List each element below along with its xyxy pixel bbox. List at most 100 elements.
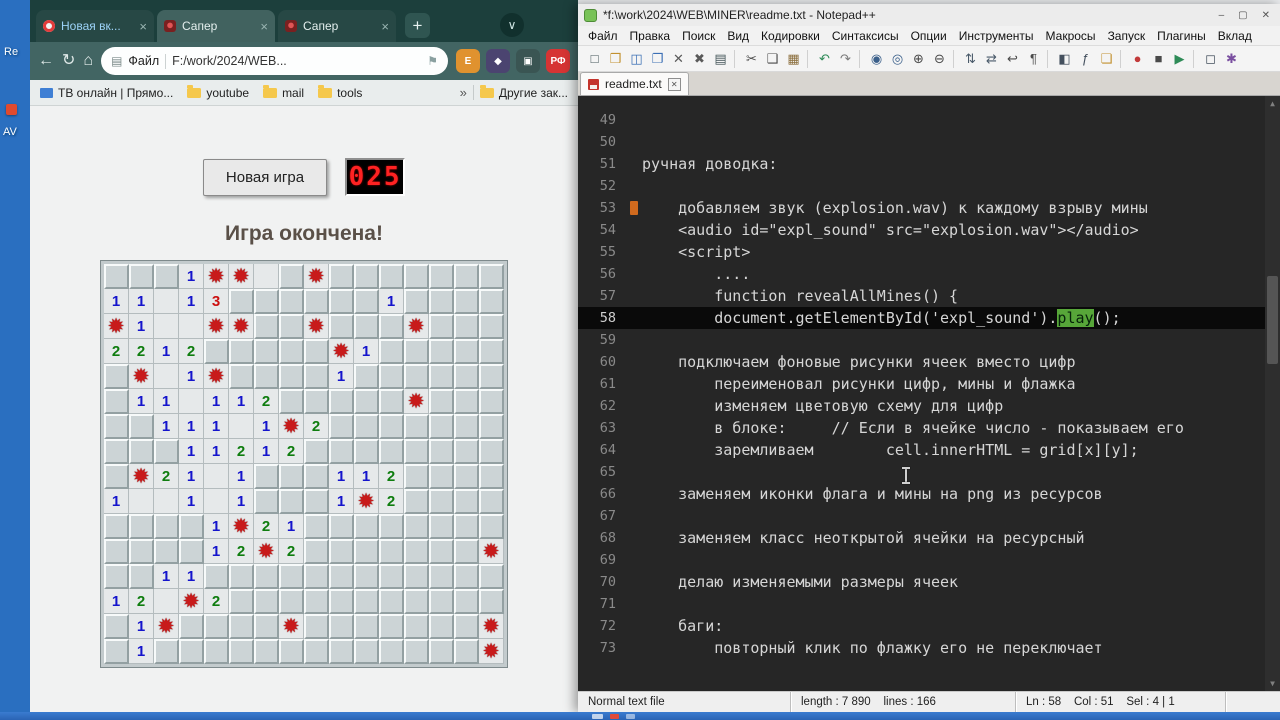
board-cell-unrevealed[interactable] bbox=[404, 639, 429, 664]
board-cell-unrevealed[interactable] bbox=[479, 564, 504, 589]
tab-close-icon[interactable]: ✕ bbox=[667, 77, 681, 91]
new-tab-button[interactable]: + bbox=[405, 13, 430, 38]
board-cell-unrevealed[interactable] bbox=[279, 564, 304, 589]
board-cell-unrevealed[interactable] bbox=[429, 439, 454, 464]
board-cell-unrevealed[interactable] bbox=[104, 439, 129, 464]
board-cell-unrevealed[interactable] bbox=[354, 414, 379, 439]
board-cell-unrevealed[interactable] bbox=[429, 589, 454, 614]
board-cell-unrevealed[interactable] bbox=[429, 539, 454, 564]
board-cell-unrevealed[interactable] bbox=[129, 414, 154, 439]
paste-icon[interactable]: ▦ bbox=[783, 49, 804, 69]
board-cell-unrevealed[interactable] bbox=[454, 339, 479, 364]
browser-tab[interactable]: Новая вк... × bbox=[36, 10, 154, 42]
board-cell-unrevealed[interactable] bbox=[229, 564, 254, 589]
menu-item[interactable]: Запуск bbox=[1102, 27, 1152, 45]
board-cell-unrevealed[interactable] bbox=[104, 414, 129, 439]
board-cell-unrevealed[interactable] bbox=[454, 489, 479, 514]
open-folder-icon[interactable]: ❒ bbox=[605, 49, 626, 69]
board-cell-unrevealed[interactable] bbox=[404, 264, 429, 289]
board-cell-unrevealed[interactable] bbox=[479, 339, 504, 364]
board-cell-unrevealed[interactable] bbox=[454, 364, 479, 389]
home-icon[interactable]: ⌂ bbox=[83, 53, 93, 69]
board-cell-unrevealed[interactable] bbox=[379, 439, 404, 464]
zoom-out-icon[interactable]: ⊖ bbox=[929, 49, 950, 69]
board-cell-unrevealed[interactable] bbox=[429, 514, 454, 539]
board-cell-unrevealed[interactable] bbox=[304, 539, 329, 564]
board-cell-unrevealed[interactable] bbox=[154, 264, 179, 289]
board-cell-unrevealed[interactable] bbox=[404, 489, 429, 514]
board-cell-unrevealed[interactable] bbox=[304, 364, 329, 389]
macro-play-icon[interactable]: ▶ bbox=[1169, 49, 1190, 69]
replace-icon[interactable]: ◎ bbox=[887, 49, 908, 69]
board-cell-unrevealed[interactable] bbox=[304, 514, 329, 539]
sync-horizontal-icon[interactable]: ⇄ bbox=[981, 49, 1002, 69]
macro-record-icon[interactable]: ● bbox=[1127, 49, 1148, 69]
close-file-icon[interactable]: ✕ bbox=[668, 49, 689, 69]
board-cell-unrevealed[interactable] bbox=[379, 314, 404, 339]
back-icon[interactable]: ← bbox=[38, 53, 54, 69]
scrollbar-thumb[interactable] bbox=[1267, 276, 1278, 364]
menu-item[interactable]: Правка bbox=[624, 27, 677, 45]
board-cell-unrevealed[interactable] bbox=[179, 639, 204, 664]
board-cell-unrevealed[interactable] bbox=[329, 289, 354, 314]
board-cell-unrevealed[interactable] bbox=[479, 314, 504, 339]
doc-map-icon[interactable]: ◧ bbox=[1054, 49, 1075, 69]
scroll-down-arrow[interactable]: ▼ bbox=[1265, 676, 1280, 691]
board-cell-unrevealed[interactable] bbox=[104, 564, 129, 589]
board-cell-unrevealed[interactable] bbox=[379, 539, 404, 564]
menu-item[interactable]: Макросы bbox=[1040, 27, 1102, 45]
board-cell-unrevealed[interactable] bbox=[404, 414, 429, 439]
board-cell-unrevealed[interactable] bbox=[404, 439, 429, 464]
board-cell-unrevealed[interactable] bbox=[329, 414, 354, 439]
board-cell-unrevealed[interactable] bbox=[179, 539, 204, 564]
board-cell-unrevealed[interactable] bbox=[304, 489, 329, 514]
scroll-up-arrow[interactable]: ▲ bbox=[1265, 96, 1280, 111]
board-cell-unrevealed[interactable] bbox=[354, 614, 379, 639]
board-cell-unrevealed[interactable] bbox=[279, 289, 304, 314]
board-cell-unrevealed[interactable] bbox=[179, 614, 204, 639]
board-cell-unrevealed[interactable] bbox=[129, 564, 154, 589]
board-cell-unrevealed[interactable] bbox=[379, 414, 404, 439]
board-cell-unrevealed[interactable] bbox=[204, 614, 229, 639]
board-cell-unrevealed[interactable] bbox=[279, 489, 304, 514]
board-cell-unrevealed[interactable] bbox=[279, 639, 304, 664]
board-cell-unrevealed[interactable] bbox=[229, 339, 254, 364]
board-cell-unrevealed[interactable] bbox=[279, 314, 304, 339]
close-button[interactable]: ✕ bbox=[1262, 10, 1270, 21]
board-cell-unrevealed[interactable] bbox=[229, 289, 254, 314]
board-cell-unrevealed[interactable] bbox=[454, 614, 479, 639]
board-cell-unrevealed[interactable] bbox=[429, 339, 454, 364]
board-cell-unrevealed[interactable] bbox=[479, 464, 504, 489]
board-cell-unrevealed[interactable] bbox=[379, 589, 404, 614]
menu-item[interactable]: Поиск bbox=[676, 27, 721, 45]
board-cell-unrevealed[interactable] bbox=[254, 639, 279, 664]
board-cell-unrevealed[interactable] bbox=[379, 364, 404, 389]
board-cell-unrevealed[interactable] bbox=[429, 614, 454, 639]
board-cell-unrevealed[interactable] bbox=[479, 514, 504, 539]
board-cell-unrevealed[interactable] bbox=[479, 589, 504, 614]
board-cell-unrevealed[interactable] bbox=[454, 414, 479, 439]
board-cell-unrevealed[interactable] bbox=[454, 289, 479, 314]
board-cell-unrevealed[interactable] bbox=[354, 639, 379, 664]
board-cell-unrevealed[interactable] bbox=[354, 314, 379, 339]
board-cell-unrevealed[interactable] bbox=[429, 389, 454, 414]
board-cell-unrevealed[interactable] bbox=[404, 514, 429, 539]
board-cell-unrevealed[interactable] bbox=[329, 514, 354, 539]
board-cell-unrevealed[interactable] bbox=[429, 289, 454, 314]
macro-stop-icon[interactable]: ■ bbox=[1148, 49, 1169, 69]
menu-item[interactable]: Файл bbox=[582, 27, 624, 45]
board-cell-unrevealed[interactable] bbox=[229, 589, 254, 614]
folder-workspace-icon[interactable]: ❏ bbox=[1096, 49, 1117, 69]
new-file-icon[interactable]: □ bbox=[584, 49, 605, 69]
board-cell-unrevealed[interactable] bbox=[479, 489, 504, 514]
board-cell-unrevealed[interactable] bbox=[129, 439, 154, 464]
board-cell-unrevealed[interactable] bbox=[129, 514, 154, 539]
board-cell-unrevealed[interactable] bbox=[279, 339, 304, 364]
board-cell-unrevealed[interactable] bbox=[104, 539, 129, 564]
board-cell-unrevealed[interactable] bbox=[279, 464, 304, 489]
board-cell-unrevealed[interactable] bbox=[329, 639, 354, 664]
board-cell-unrevealed[interactable] bbox=[429, 489, 454, 514]
board-cell-unrevealed[interactable] bbox=[454, 314, 479, 339]
special-fx-icon[interactable]: ✱ bbox=[1221, 49, 1242, 69]
board-cell-unrevealed[interactable] bbox=[429, 364, 454, 389]
